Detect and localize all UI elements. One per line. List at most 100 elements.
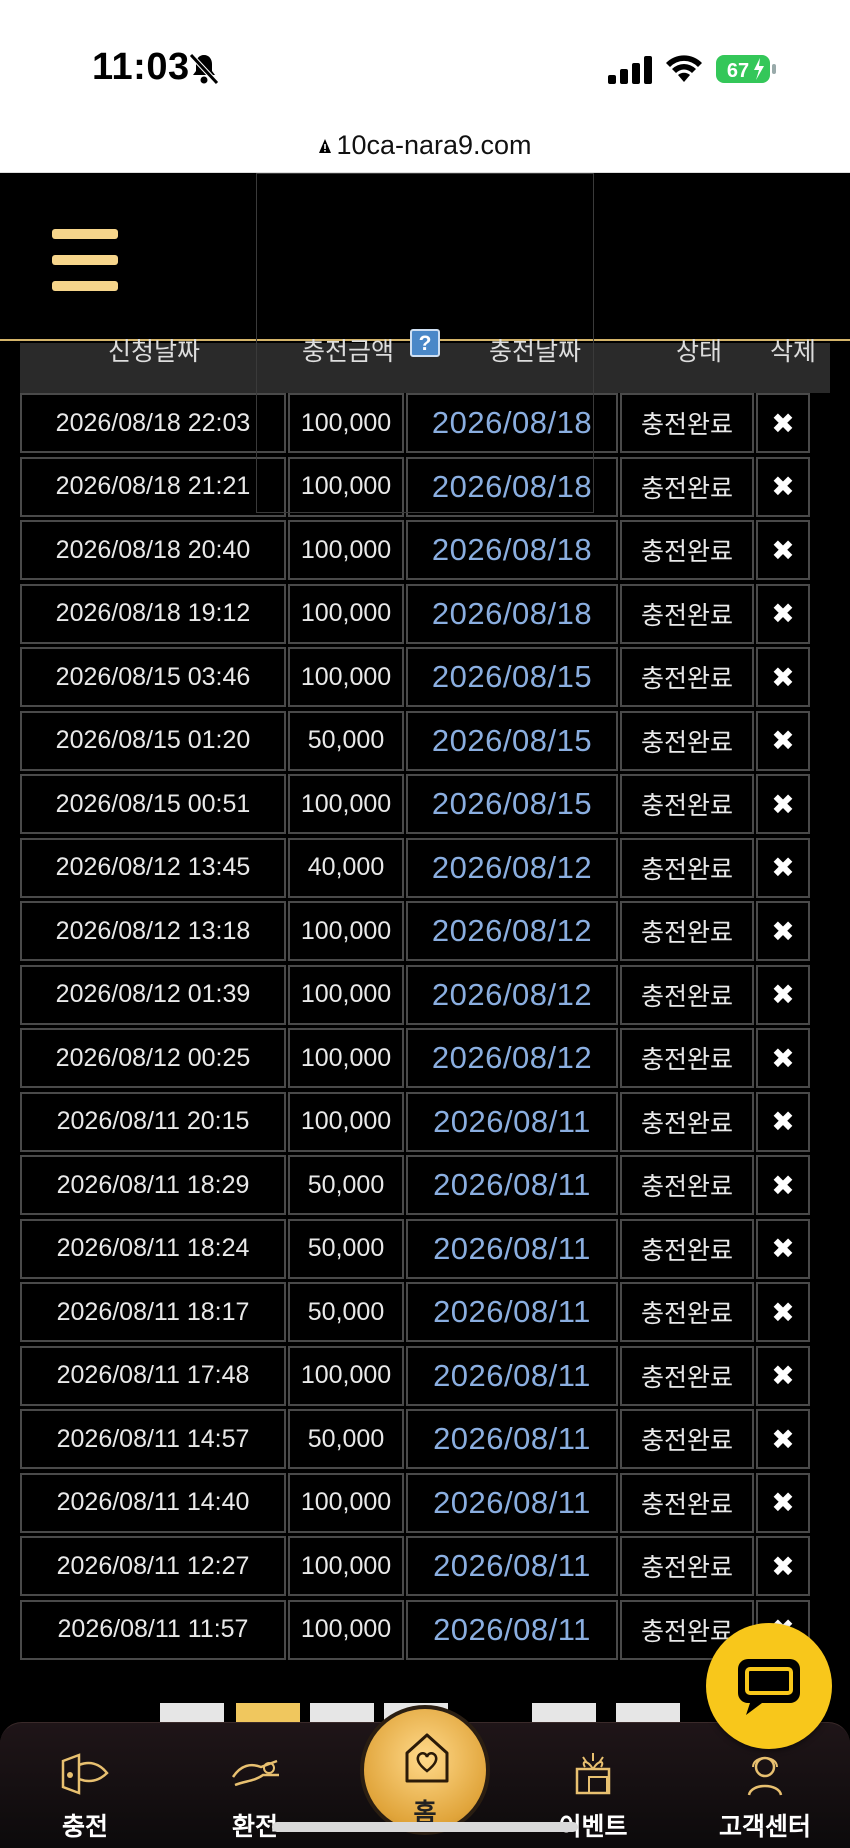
cell-charge-date: 2026/08/12 bbox=[406, 1028, 618, 1088]
cell-request-date: 2026/08/12 13:45 bbox=[20, 837, 286, 898]
table-row: 2026/08/12 00:25 100,000 2026/08/12 충전완료 ✖ bbox=[20, 1028, 830, 1091]
delete-button[interactable]: ✖ bbox=[756, 583, 810, 644]
delete-button[interactable]: ✖ bbox=[756, 520, 810, 580]
delete-button[interactable]: ✖ bbox=[756, 1155, 810, 1215]
cell-status: 충전완료 bbox=[620, 1536, 754, 1596]
table-row: 2026/08/18 20:40 100,000 2026/08/18 충전완료 ✖ bbox=[20, 520, 830, 583]
cell-status: 충전완료 bbox=[620, 1345, 754, 1406]
table-row: 2026/08/15 00:51 100,000 2026/08/15 충전완료 ✖ bbox=[20, 774, 830, 837]
nav-home-button[interactable]: 홈 bbox=[360, 1705, 490, 1835]
cell-status: 충전완료 bbox=[620, 1472, 754, 1533]
cell-request-date: 2026/08/11 20:15 bbox=[20, 1091, 286, 1152]
battery-level: 67 bbox=[727, 60, 749, 82]
status-bar: 11:03 67 bbox=[0, 0, 850, 110]
delete-button[interactable]: ✖ bbox=[756, 647, 810, 707]
table-row: 2026/08/11 18:17 50,000 2026/08/11 충전완료 ✖ bbox=[20, 1282, 830, 1345]
table-row: 2026/08/18 22:03 100,000 2026/08/18 충전완료 ✖ bbox=[20, 393, 830, 456]
cell-charge-amount: 100,000 bbox=[288, 1472, 404, 1533]
delete-button[interactable]: ✖ bbox=[756, 1345, 810, 1406]
delete-button[interactable]: ✖ bbox=[756, 901, 810, 961]
table-row: 2026/08/18 21:21 100,000 2026/08/18 충전완료 ✖ bbox=[20, 456, 830, 520]
cell-status: 충전완료 bbox=[620, 1282, 754, 1342]
delete-button[interactable]: ✖ bbox=[756, 1409, 810, 1469]
cell-charge-amount: 100,000 bbox=[288, 901, 404, 961]
cell-charge-date: 2026/08/18 bbox=[406, 583, 618, 644]
cell-request-date: 2026/08/11 11:57 bbox=[20, 1599, 286, 1660]
cell-charge-date: 2026/08/15 bbox=[406, 710, 618, 771]
cell-request-date: 2026/08/18 19:12 bbox=[20, 583, 286, 644]
table-row: 2026/08/12 01:39 100,000 2026/08/12 충전완료 ✖ bbox=[20, 964, 830, 1028]
cell-request-date: 2026/08/11 18:29 bbox=[20, 1155, 286, 1215]
table-row: 2026/08/15 03:46 100,000 2026/08/15 충전완료 ✖ bbox=[20, 647, 830, 710]
chat-bubble-icon bbox=[738, 1659, 800, 1715]
cell-charge-amount: 50,000 bbox=[288, 1409, 404, 1469]
cell-charge-date: 2026/08/11 bbox=[406, 1536, 618, 1596]
cell-charge-date: 2026/08/11 bbox=[406, 1282, 618, 1342]
site-header bbox=[0, 173, 850, 341]
bell-off-icon bbox=[189, 53, 219, 85]
cell-request-date: 2026/08/12 13:18 bbox=[20, 901, 286, 961]
cell-request-date: 2026/08/12 00:25 bbox=[20, 1028, 286, 1088]
delete-button[interactable]: ✖ bbox=[756, 1282, 810, 1342]
cell-charge-date: 2026/08/15 bbox=[406, 774, 618, 834]
cell-charge-amount: 100,000 bbox=[288, 647, 404, 707]
url-text: 10ca-nara9.com bbox=[336, 130, 532, 160]
live-chat-button[interactable] bbox=[706, 1623, 832, 1749]
browser-url-bar[interactable]: 10ca-nara9.com bbox=[0, 110, 850, 173]
cell-status: 충전완료 bbox=[620, 710, 754, 771]
cell-request-date: 2026/08/11 14:40 bbox=[20, 1472, 286, 1533]
support-agent-icon bbox=[747, 1756, 783, 1796]
delete-button[interactable]: ✖ bbox=[756, 1218, 810, 1279]
warning-icon bbox=[319, 139, 332, 153]
table-row: 2026/08/11 18:24 50,000 2026/08/11 충전완료 ✖ bbox=[20, 1218, 830, 1282]
nav-charge-label: 충전 bbox=[61, 1813, 108, 1841]
table-row: 2026/08/11 14:57 50,000 2026/08/11 충전완료 ✖ bbox=[20, 1409, 830, 1472]
cell-request-date: 2026/08/11 14:57 bbox=[20, 1409, 286, 1469]
nav-charge[interactable]: 충전 bbox=[10, 1723, 160, 1848]
cell-charge-amount: 50,000 bbox=[288, 1282, 404, 1342]
cell-charge-amount: 100,000 bbox=[288, 964, 404, 1025]
delete-button[interactable]: ✖ bbox=[756, 837, 810, 898]
cell-status: 충전완료 bbox=[620, 1155, 754, 1215]
cell-request-date: 2026/08/18 21:21 bbox=[20, 456, 286, 517]
delete-button[interactable]: ✖ bbox=[756, 393, 810, 453]
cell-charge-date: 2026/08/11 bbox=[406, 1472, 618, 1533]
wifi-icon bbox=[666, 55, 702, 82]
cell-charge-amount: 100,000 bbox=[288, 1599, 404, 1660]
menu-icon[interactable] bbox=[52, 229, 118, 291]
cell-charge-amount: 100,000 bbox=[288, 520, 404, 580]
table-row: 2026/08/11 12:27 100,000 2026/08/11 충전완료 ✖ bbox=[20, 1536, 830, 1599]
cell-charge-date: 2026/08/11 bbox=[406, 1218, 618, 1279]
charge-icon bbox=[61, 1753, 109, 1795]
delete-button[interactable]: ✖ bbox=[756, 964, 810, 1025]
table-row: 2026/08/11 11:57100,0002026/08/11충전완료✖ bbox=[20, 1599, 830, 1663]
delete-button[interactable]: ✖ bbox=[756, 1091, 810, 1152]
table-row: 2026/08/12 13:45 40,000 2026/08/12 충전완료 ✖ bbox=[20, 837, 830, 901]
delete-button[interactable]: ✖ bbox=[756, 1472, 810, 1533]
delete-button[interactable]: ✖ bbox=[756, 1028, 810, 1088]
delete-button[interactable]: ✖ bbox=[756, 710, 810, 771]
delete-button[interactable]: ✖ bbox=[756, 456, 810, 517]
status-time: 11:03 bbox=[92, 46, 190, 88]
cell-charge-amount: 100,000 bbox=[288, 393, 404, 453]
header-charge-amount: 충전금액 bbox=[301, 338, 394, 366]
cell-status: 충전완료 bbox=[620, 456, 754, 517]
cell-charge-amount: 100,000 bbox=[288, 456, 404, 517]
cell-request-date: 2026/08/15 00:51 bbox=[20, 774, 286, 834]
cell-status: 충전완료 bbox=[620, 964, 754, 1025]
cell-status: 충전완료 bbox=[620, 1091, 754, 1152]
delete-button[interactable]: ✖ bbox=[756, 774, 810, 834]
cell-charge-amount: 50,000 bbox=[288, 1218, 404, 1279]
cell-charge-date: 2026/08/11 bbox=[406, 1091, 618, 1152]
cell-charge-date: 2026/08/11 bbox=[406, 1345, 618, 1406]
cell-charge-amount: 100,000 bbox=[288, 1536, 404, 1596]
cell-charge-amount: 50,000 bbox=[288, 1155, 404, 1215]
delete-button[interactable]: ✖ bbox=[756, 1536, 810, 1596]
cell-status: 충전완료 bbox=[620, 901, 754, 961]
table-row: 2026/08/11 20:15 100,000 2026/08/11 충전완료 ✖ bbox=[20, 1091, 830, 1155]
table-row: 2026/08/11 14:40 100,000 2026/08/11 충전완료 ✖ bbox=[20, 1472, 830, 1536]
cell-request-date: 2026/08/11 18:17 bbox=[20, 1282, 286, 1342]
cell-charge-date: 2026/08/11 bbox=[406, 1155, 618, 1215]
gift-icon bbox=[575, 1753, 611, 1795]
cell-status: 충전완료 bbox=[620, 1409, 754, 1469]
